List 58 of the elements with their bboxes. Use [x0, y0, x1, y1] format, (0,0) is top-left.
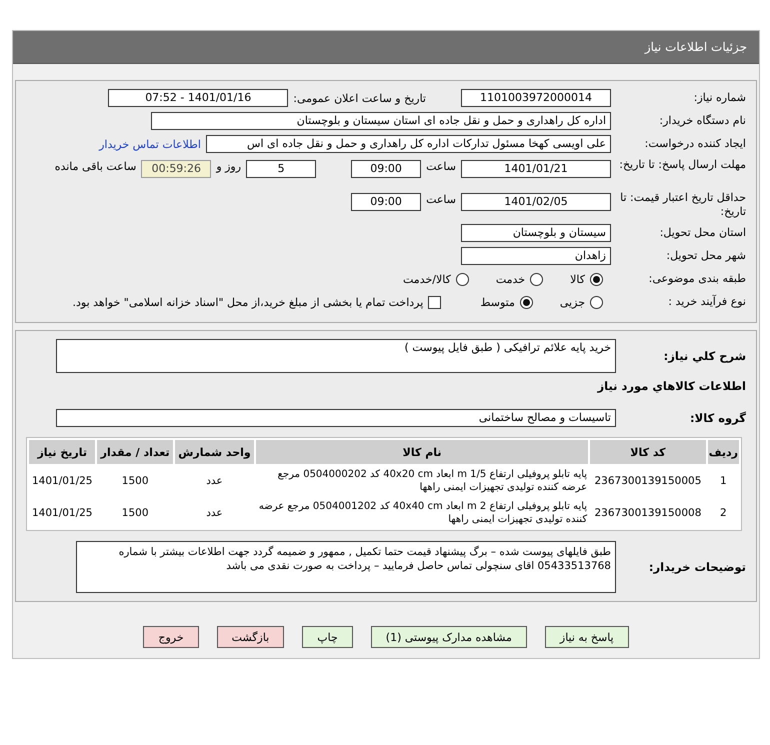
- action-button[interactable]: چاپ: [302, 626, 353, 648]
- text-field[interactable]: 1401/01/21: [461, 160, 611, 178]
- field-label: نام دستگاه خریدار:: [658, 114, 747, 128]
- action-button[interactable]: مشاهده مدارک پیوستی (1): [370, 626, 527, 648]
- field-label: پرداخت تمام یا بخشی از مبلغ خرید،از محل "اسناد خزانه اسلامی" خواهد بود.: [72, 296, 424, 308]
- radio-button[interactable]: [520, 296, 533, 308]
- field-label: ساعت: [426, 193, 456, 206]
- text-area[interactable]: طبق فایلهای پیوست شده – برگ پیشنهاد قیمت حتما تکمیل , ممهور و ضمیمه گردد جهت اطلاعات بیشتر با شماره 05433513768 اقای سنچولی تماس حاصل فرمایید – پرداخت به صورت نقدی می باشد: [76, 541, 616, 593]
- radio-button[interactable]: [590, 296, 603, 308]
- text-field[interactable]: 1401/02/05: [461, 193, 611, 211]
- field-label: مهلت ارسال پاسخ: تا تاریخ:: [618, 158, 747, 172]
- text-field[interactable]: 1401/01/16 - 07:52: [108, 89, 288, 107]
- field-label: حداقل تاریخ اعتبار قیمت: تا تاریخ:: [619, 191, 747, 219]
- section-heading: اطلاعات کالاهاي مورد نياز: [596, 379, 747, 393]
- text-field[interactable]: اداره کل راهداری و حمل و نقل جاده ای استان سیستان و بلوچستان: [151, 112, 611, 130]
- action-button[interactable]: بازگشت: [216, 626, 284, 648]
- field-label: روز و: [216, 160, 242, 173]
- text-field[interactable]: سیستان و بلوچستان: [461, 224, 611, 242]
- text-field[interactable]: تاسیسات و مصالح ساختمانی: [56, 409, 616, 427]
- option-label: متوسط: [480, 296, 515, 308]
- text-field[interactable]: 5: [246, 160, 316, 178]
- field-label: نوع فرآیند خرید :: [667, 295, 747, 309]
- option-label: کالا/خدمت: [403, 272, 451, 286]
- column-header: تاریخ نیاز: [29, 440, 96, 464]
- timer-field[interactable]: 00:59:26: [141, 160, 212, 178]
- field-label: ساعت: [426, 160, 456, 173]
- field-label: شهر محل تحویل:: [665, 249, 747, 263]
- action-button[interactable]: خروج: [143, 626, 199, 648]
- action-button[interactable]: پاسخ به نیاز: [544, 626, 629, 648]
- text-field[interactable]: زاهدان: [461, 247, 611, 265]
- text-area[interactable]: خرید پایه علائم ترافیکی ( طبق فایل پیوست ): [56, 339, 616, 373]
- column-header: کد کالا: [590, 440, 706, 464]
- field-label: توضیحات خریدار:: [648, 560, 747, 574]
- field-label: گروه کالا:: [689, 411, 747, 425]
- field-label: ساعت باقی مانده: [54, 160, 136, 173]
- option-label: جزیی: [560, 296, 585, 308]
- column-header: تعداد / مقدار: [97, 440, 173, 464]
- field-label: تاریخ و ساعت اعلان عمومی:: [293, 92, 426, 104]
- field-label: شرح کلي نياز:: [662, 349, 747, 363]
- radio-button[interactable]: [530, 272, 544, 286]
- option-label: خدمت: [496, 272, 526, 286]
- option-label: کالا: [570, 272, 585, 286]
- field-label: طبقه بندی موضوعی:: [648, 272, 747, 286]
- text-field[interactable]: 1101003972000014: [461, 89, 611, 107]
- field-label: استان محل تحویل:: [658, 226, 747, 240]
- window-title: جزئیات اطلاعات نیاز: [644, 40, 747, 54]
- text-field[interactable]: 09:00: [351, 193, 422, 211]
- text-field[interactable]: علی اویسی کهخا مسئول تدارکات اداره کل راهداری و حمل و نقل جاده ای اس: [206, 135, 611, 153]
- radio-button[interactable]: [590, 272, 603, 286]
- column-header: واحد شمارش: [174, 440, 254, 464]
- text-field[interactable]: 09:00: [351, 160, 422, 178]
- field-label: شماره نیاز:: [692, 91, 747, 105]
- contact-link[interactable]: اطلاعات تماس خریدار: [99, 138, 201, 150]
- radio-button[interactable]: [456, 272, 469, 286]
- column-header: ردیف: [708, 440, 739, 464]
- field-label: ایجاد کننده درخواست:: [644, 137, 747, 151]
- checkbox[interactable]: [428, 296, 442, 308]
- column-header: نام کالا: [256, 440, 588, 464]
